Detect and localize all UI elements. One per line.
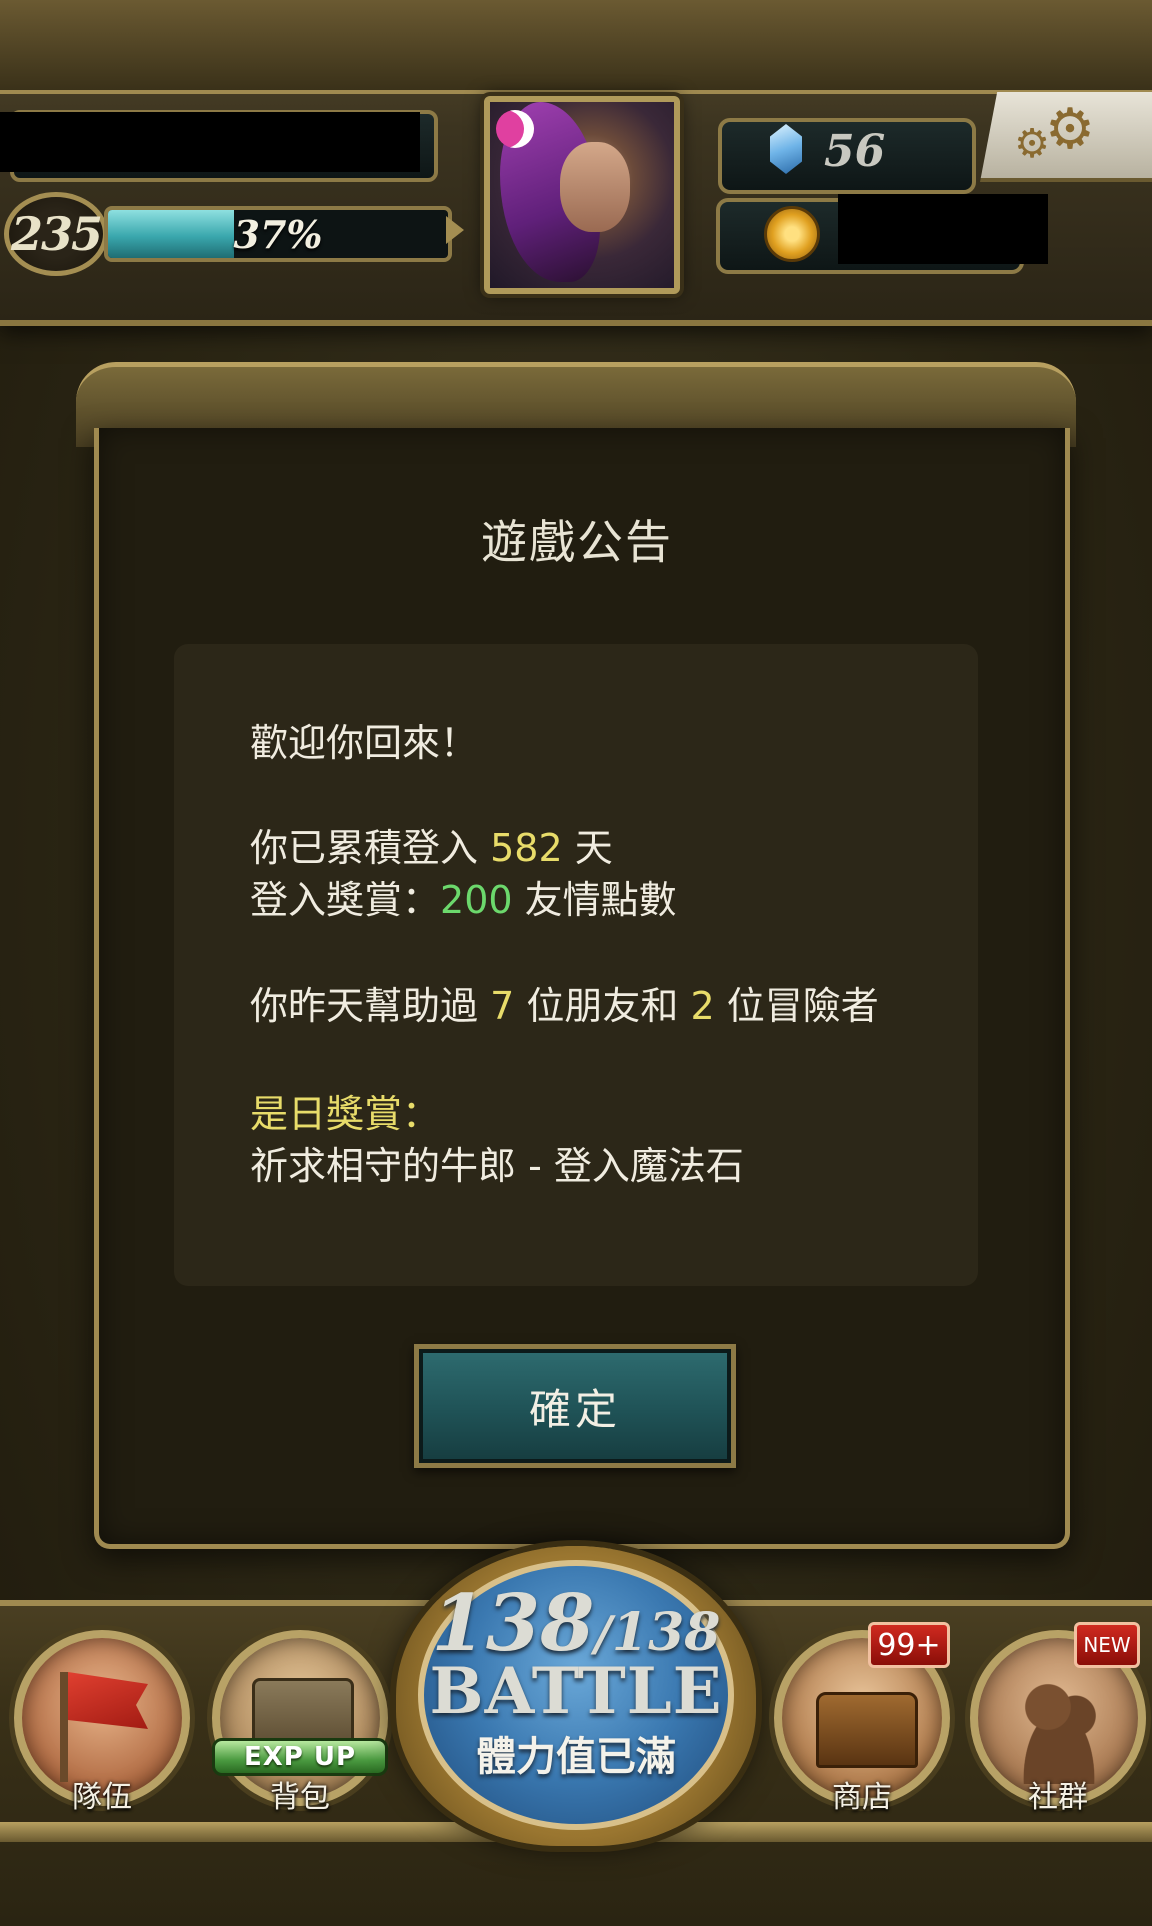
avatar-face (560, 142, 630, 232)
welcome-text: 歡迎你回來！ (250, 721, 479, 765)
dialog-title: 遊戲公告 (481, 515, 673, 569)
exp-bar: 37% (104, 206, 452, 262)
redacted-player-name (0, 112, 420, 172)
help-suffix: 位冒險者 (714, 984, 879, 1028)
social-badge: NEW (1074, 1622, 1140, 1668)
shop-badge: 99+ (868, 1622, 950, 1668)
login-days-line: 你已累積登入 582 天 (250, 822, 613, 874)
moon-icon (496, 110, 534, 148)
login-reward-suffix: 友情點數 (512, 878, 677, 922)
redacted-coin-count (838, 194, 1048, 264)
gem-count: 56 (824, 126, 886, 177)
people-icon (1004, 1674, 1114, 1784)
login-reward-line: 登入獎賞：200 友情點數 (250, 874, 677, 926)
help-line: 你昨天幫助過 7 位朋友和 2 位冒險者 (250, 980, 879, 1032)
top-ornament (0, 0, 1152, 94)
leader-avatar[interactable] (484, 96, 680, 294)
help-mid: 位朋友和 (514, 984, 691, 1028)
exp-arrow-icon (446, 216, 464, 244)
gear-icon-small: ⚙ (1014, 121, 1050, 167)
flag-icon (60, 1672, 68, 1782)
team-label: 隊伍 (72, 1780, 132, 1815)
help-adventurers-count: 2 (690, 984, 715, 1028)
daily-reward-label: 是日獎賞： (250, 1092, 441, 1136)
exp-up-badge: EXP UP (212, 1738, 388, 1776)
login-days-suffix: 天 (562, 826, 613, 870)
social-label: 社群 (1028, 1780, 1088, 1815)
login-reward-prefix: 登入獎賞： (250, 878, 441, 922)
daily-reward-item: 祈求相守的牛郎 - 登入魔法石 (250, 1144, 744, 1188)
login-reward-value: 200 (440, 878, 513, 922)
battle-label: BATTLE (429, 1654, 723, 1729)
bag-label: 背包 (270, 1780, 330, 1815)
shop-label: 商店 (832, 1780, 892, 1815)
coin-icon (764, 206, 820, 262)
help-prefix: 你昨天幫助過 (250, 984, 491, 1028)
login-days-prefix: 你已累積登入 (250, 826, 491, 870)
confirm-button[interactable]: 確定 (414, 1344, 736, 1468)
player-level: 235 (4, 192, 108, 276)
stamina-status: 體力值已滿 (476, 1734, 676, 1780)
login-days-value: 582 (490, 826, 563, 870)
exp-percent: 37% (233, 211, 323, 257)
chest-icon (816, 1692, 918, 1768)
help-friends-count: 7 (490, 984, 515, 1028)
